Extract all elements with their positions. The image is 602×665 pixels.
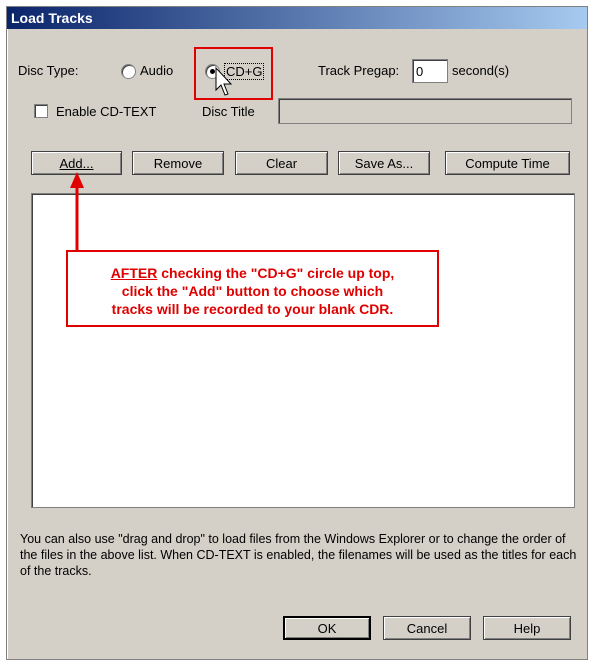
arrow-head-icon	[70, 172, 84, 188]
annotation-overlay	[70, 66, 233, 250]
mouse-cursor-icon	[215, 66, 233, 96]
